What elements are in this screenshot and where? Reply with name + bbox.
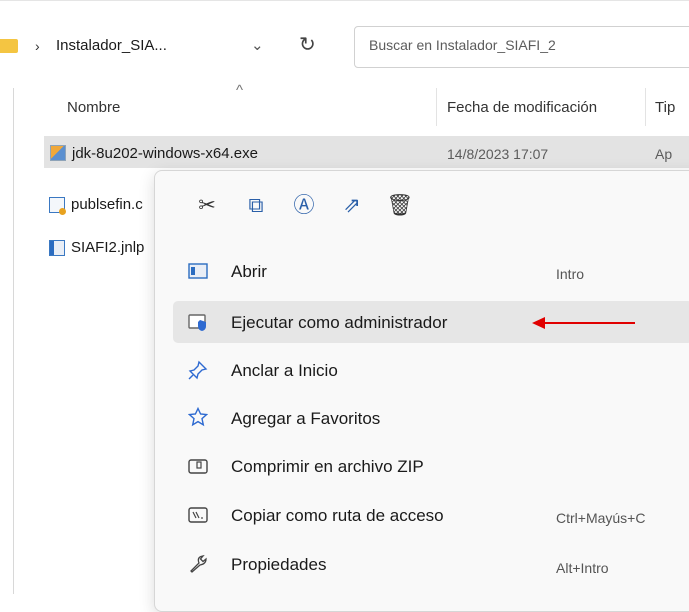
shortcut-label: Intro	[556, 266, 585, 282]
menu-item-open[interactable]: Abrir	[231, 262, 267, 282]
chevron-down-icon[interactable]: ⌄	[251, 36, 264, 54]
copy-icon[interactable]: ⧉	[240, 190, 272, 222]
breadcrumb-separator: ›	[35, 38, 40, 54]
shortcut-label: Ctrl+Mayús+C	[556, 510, 646, 526]
menu-item-run-as-admin[interactable]: Ejecutar como administrador	[231, 313, 447, 333]
wrench-icon	[187, 554, 209, 576]
open-icon	[187, 261, 209, 283]
annotation-arrow	[532, 317, 635, 329]
pin-icon	[187, 360, 209, 382]
path-icon	[187, 505, 209, 527]
folder-icon	[0, 39, 18, 53]
file-date: 14/8/2023 17:07	[447, 146, 549, 162]
cut-icon[interactable]: ✂	[191, 190, 223, 222]
exe-file-icon	[50, 145, 66, 161]
breadcrumb-item[interactable]: Instalador_SIA...	[56, 37, 167, 54]
shortcut-label: Alt+Intro	[556, 560, 609, 576]
file-name[interactable]: jdk-8u202-windows-x64.exe	[72, 145, 258, 162]
menu-item-copy-path[interactable]: Copiar como ruta de acceso	[231, 506, 444, 526]
star-icon	[187, 406, 209, 429]
sort-caret-icon: ^	[236, 82, 244, 99]
menu-item-pin-start[interactable]: Anclar a Inicio	[231, 361, 338, 381]
menu-item-properties[interactable]: Propiedades	[231, 555, 326, 575]
zip-icon	[187, 456, 209, 478]
certificate-file-icon	[49, 197, 66, 215]
file-name[interactable]: publsefin.c	[71, 196, 143, 213]
file-type: Ap	[655, 146, 673, 162]
share-icon[interactable]: ⇗	[336, 190, 368, 222]
column-header-date[interactable]: Fecha de modificación	[447, 99, 597, 116]
column-header-type[interactable]: Tip	[655, 99, 675, 116]
menu-item-add-favorites[interactable]: Agregar a Favoritos	[231, 409, 380, 429]
context-menu	[154, 170, 689, 612]
column-divider[interactable]	[436, 88, 437, 126]
file-name[interactable]: SIAFI2.jnlp	[71, 239, 144, 256]
shield-icon	[187, 312, 209, 334]
column-divider[interactable]	[645, 88, 646, 126]
pane-border	[13, 88, 14, 594]
column-header-name[interactable]: Nombre	[67, 99, 120, 116]
refresh-icon[interactable]: ↻	[299, 32, 316, 57]
rename-icon[interactable]: Ⓐ	[288, 190, 320, 222]
search-input[interactable]: Buscar en Instalador_SIAFI_2	[354, 26, 689, 68]
jnlp-file-icon	[49, 240, 65, 256]
delete-icon[interactable]: 🗑	[384, 190, 416, 222]
menu-item-compress-zip[interactable]: Comprimir en archivo ZIP	[231, 457, 424, 477]
top-divider	[0, 0, 689, 1]
